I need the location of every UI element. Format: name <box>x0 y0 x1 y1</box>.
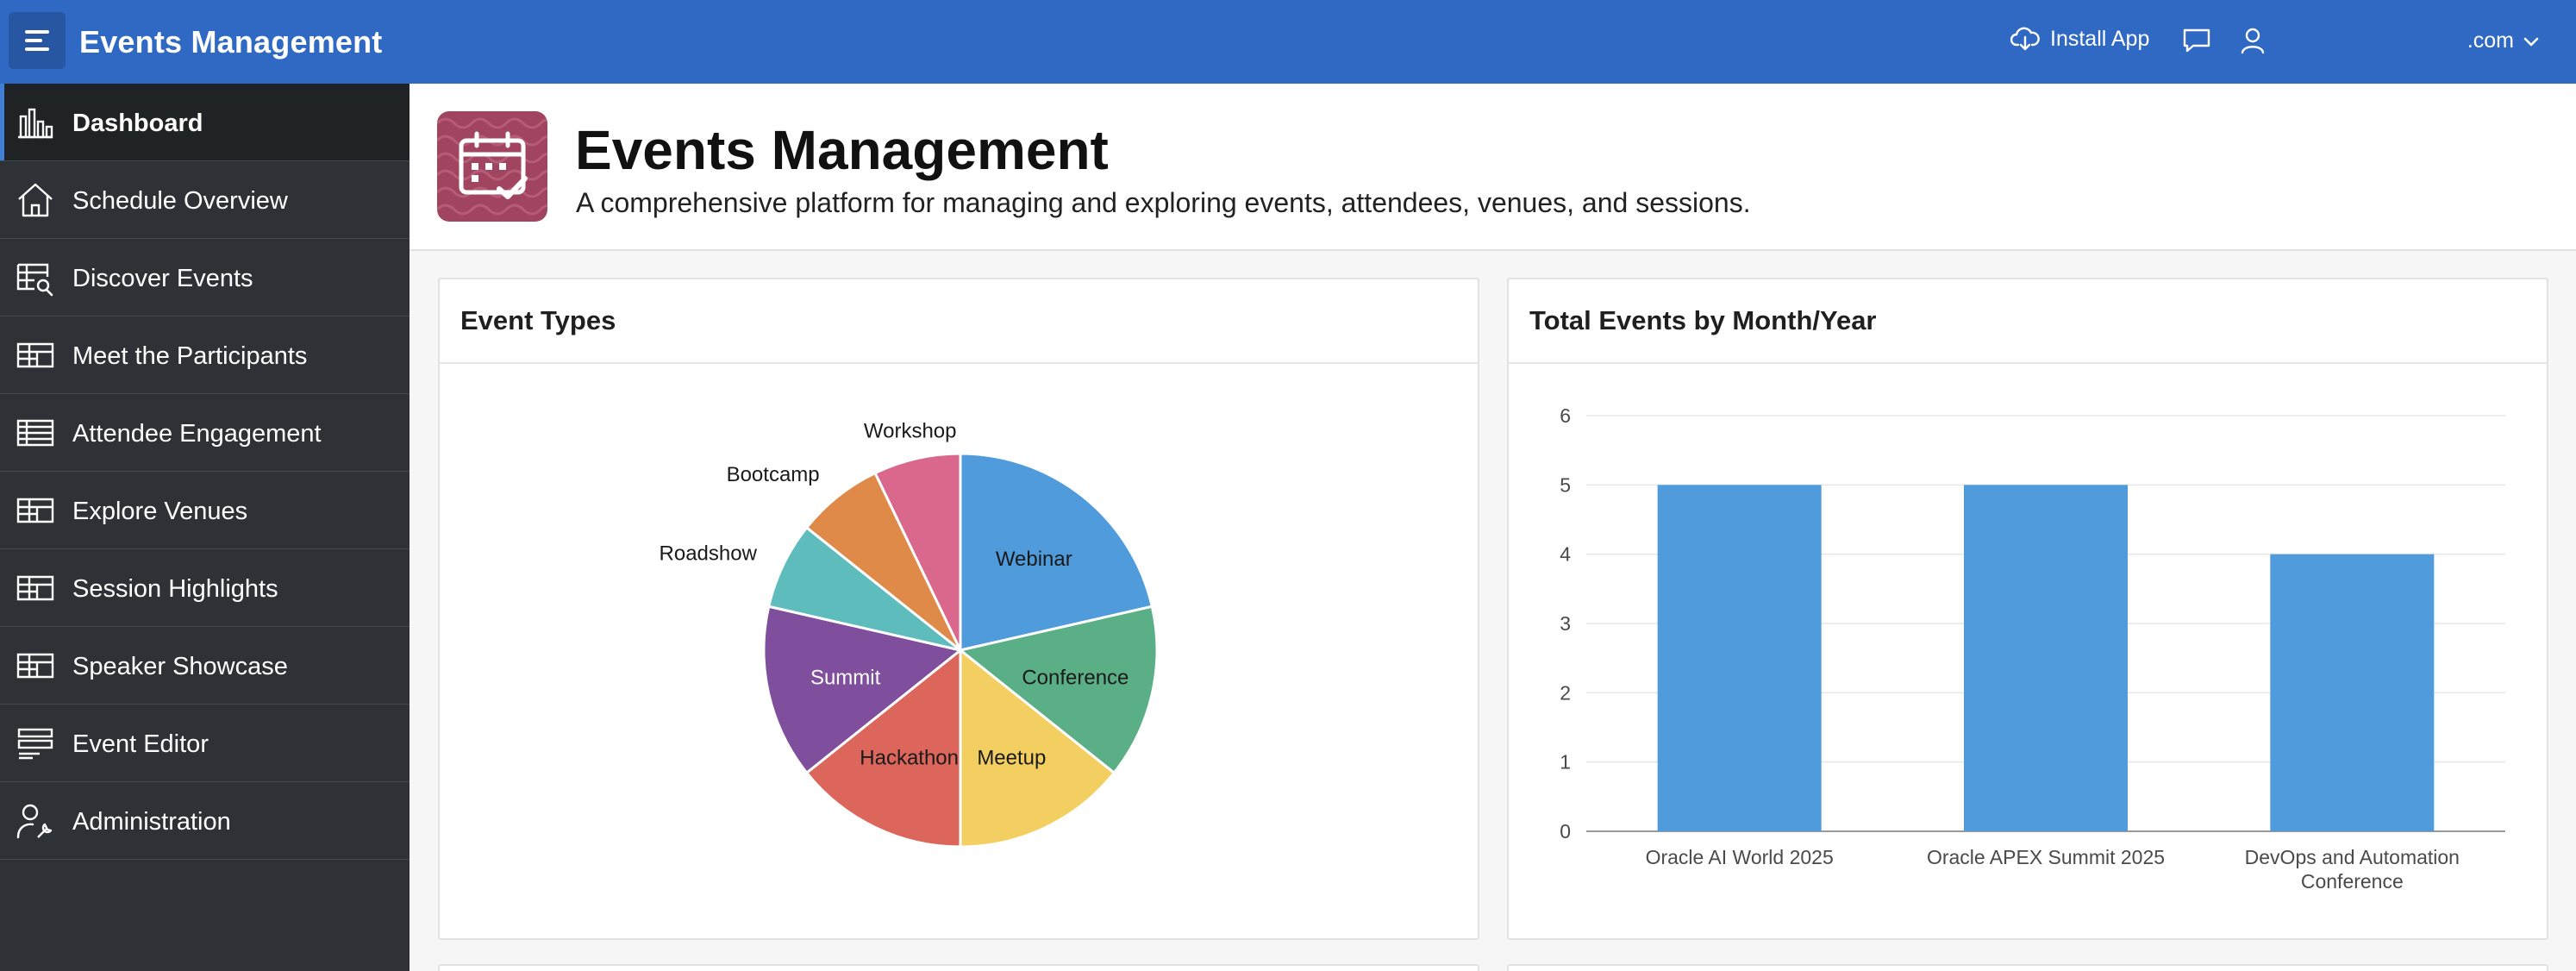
top-header-bar: Events Management Install App .com <box>0 0 2576 84</box>
table-icon <box>16 419 54 447</box>
form-icon <box>17 728 53 760</box>
y-tick-label: 3 <box>1560 612 1571 635</box>
lower-card-left <box>438 964 1479 971</box>
sidebar-item-speaker-showcase[interactable]: Speaker Showcase <box>0 627 410 705</box>
x-tick-label: Oracle AI World 2025 <box>1646 846 1834 868</box>
pie-label-summit: Summit <box>810 666 881 689</box>
install-app-label: Install App <box>2050 26 2150 51</box>
bar-chart-region: 0 1 2 3 4 5 6 Oracle AI World 2025 Oracle APEX S… <box>1509 364 2547 938</box>
sidebar-item-meet-the-participants[interactable]: Meet the Participants <box>0 316 410 394</box>
bar-chart-icon <box>18 108 53 139</box>
pie-label-webinar: Webinar <box>996 548 1072 571</box>
sidebar-item-administration[interactable]: Administration <box>0 782 410 860</box>
sidebar-item-session-highlights[interactable]: Session Highlights <box>0 549 410 627</box>
cloud-download-icon <box>2010 27 2040 51</box>
user-icon[interactable] <box>2239 26 2267 55</box>
bar-oracle-apex-summit-2025[interactable] <box>1964 485 2128 831</box>
y-tick-label: 2 <box>1560 681 1571 704</box>
page-subtitle: A comprehensive platform for managing an… <box>576 187 1751 218</box>
lower-card-right <box>1507 964 2548 971</box>
y-tick-label: 6 <box>1560 404 1571 427</box>
user-menu-label: .com <box>2467 28 2514 53</box>
page-title: Events Management <box>575 119 1109 181</box>
sidebar-item-label: Administration <box>72 808 231 836</box>
sidebar-item-dashboard[interactable]: Dashboard <box>0 84 410 161</box>
app-title[interactable]: Events Management <box>79 24 383 60</box>
pie-label-meetup: Meetup <box>977 746 1046 769</box>
card-header: Event Types <box>440 279 1478 364</box>
y-tick-label: 5 <box>1560 473 1571 496</box>
sidebar-item-label: Dashboard <box>72 110 203 137</box>
pie-label-hackathon: Hackathon <box>860 746 959 769</box>
sidebar-item-label: Explore Venues <box>72 498 248 525</box>
pie-label-conference: Conference <box>1022 666 1129 689</box>
sidebar-item-label: Meet the Participants <box>72 342 308 370</box>
hero-region: Events Management A comprehensive platfo… <box>410 84 2576 251</box>
grid-icon <box>16 575 54 601</box>
sidebar-item-label: Session Highlights <box>72 575 278 603</box>
sidebar-item-label: Schedule Overview <box>72 187 288 215</box>
pie-label-roadshow: Roadshow <box>660 542 758 565</box>
x-tick-label: DevOps and Automation Conference <box>2245 846 2460 893</box>
pie-chart: Webinar Conference Meetup Hackathon Summit Ro… <box>660 420 1159 849</box>
pie-chart-region: Webinar Conference Meetup Hackathon Summit Ro… <box>440 364 1478 938</box>
y-tick-label: 0 <box>1560 820 1571 843</box>
hero-icon <box>437 111 547 222</box>
sidebar-item-discover-events[interactable]: Discover Events <box>0 239 410 316</box>
sidebar-item-schedule-overview[interactable]: Schedule Overview <box>0 161 410 239</box>
chat-bubble-icon[interactable] <box>2181 26 2212 55</box>
event-types-card: Event Types Webinar Conference Meetup Hacka… <box>438 278 1479 940</box>
home-icon <box>18 183 53 217</box>
sidebar-item-label: Discover Events <box>72 265 253 292</box>
sidebar-item-label: Event Editor <box>72 730 209 758</box>
sidebar-nav: Dashboard Schedule Overview Discover Eve… <box>0 84 410 971</box>
card-title: Event Types <box>460 305 616 335</box>
user-wrench-icon <box>16 804 53 839</box>
grid-icon <box>16 342 54 368</box>
grid-icon <box>16 653 54 679</box>
grid-icon <box>16 498 54 523</box>
bar-chart: 0 1 2 3 4 5 6 Oracle AI World 2025 Oracle APEX S… <box>1560 404 2505 893</box>
y-tick-label: 1 <box>1560 751 1571 774</box>
chevron-down-icon <box>2523 37 2539 46</box>
bar-oracle-ai-world-2025[interactable] <box>1657 485 1822 831</box>
table-search-icon <box>16 263 53 297</box>
calendar-check-icon <box>437 117 547 216</box>
sidebar-item-event-editor[interactable]: Event Editor <box>0 705 410 782</box>
card-header: Total Events by Month/Year <box>1509 279 2547 364</box>
x-tick-label: Oracle APEX Summit 2025 <box>1927 846 2165 868</box>
sidebar-item-label: Attendee Engagement <box>72 420 322 448</box>
bar-devops-and-automation-conference[interactable] <box>2270 554 2435 831</box>
sidebar-item-label: Speaker Showcase <box>72 653 288 680</box>
sidebar-item-attendee-engagement[interactable]: Attendee Engagement <box>0 394 410 472</box>
hamburger-menu-icon[interactable] <box>9 12 66 69</box>
events-by-month-card: Total Events by Month/Year 0 1 2 3 4 5 6 Oracle… <box>1507 278 2548 940</box>
user-menu-button[interactable]: .com <box>2467 28 2540 53</box>
sidebar-item-explore-venues[interactable]: Explore Venues <box>0 472 410 549</box>
y-tick-label: 4 <box>1560 543 1571 566</box>
card-title: Total Events by Month/Year <box>1529 305 1877 335</box>
pie-label-bootcamp: Bootcamp <box>727 463 820 486</box>
pie-label-workshop: Workshop <box>864 420 957 443</box>
install-app-button[interactable]: Install App <box>2010 26 2149 52</box>
